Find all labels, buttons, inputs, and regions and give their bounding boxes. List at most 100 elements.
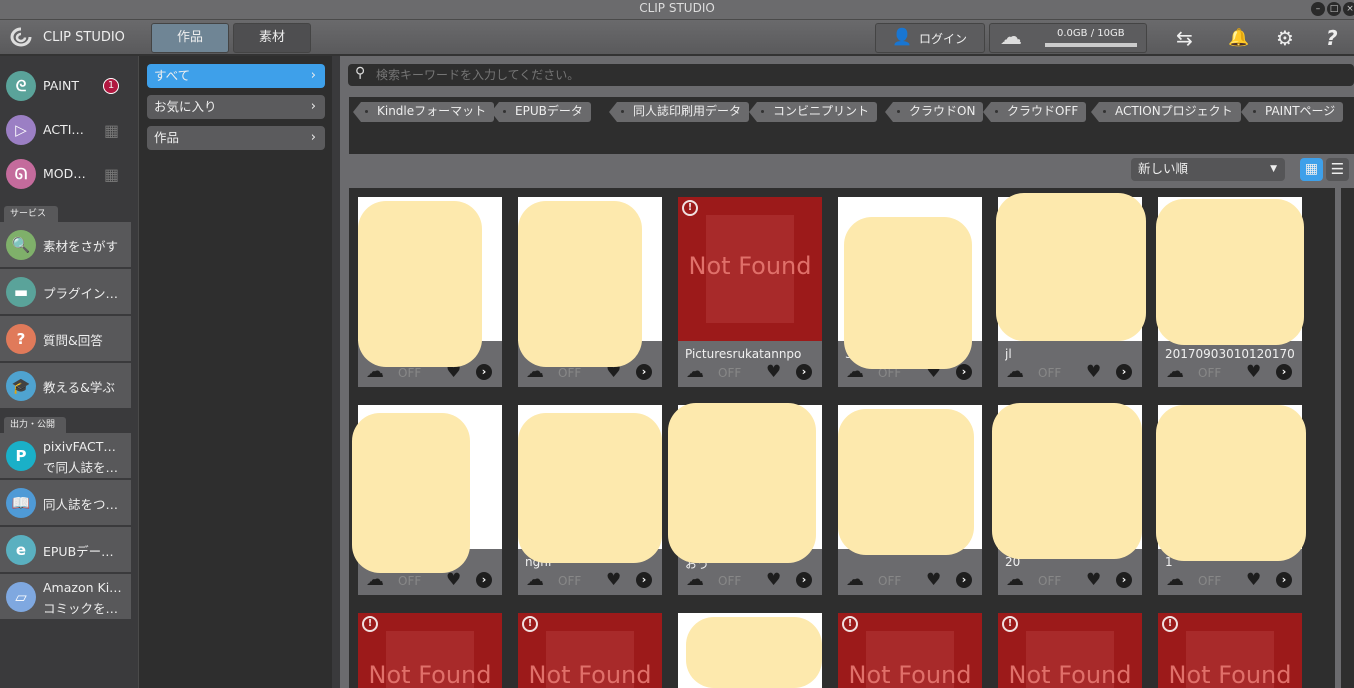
cloud-icon[interactable]: ☁: [526, 571, 544, 589]
category-all[interactable]: すべて ›: [147, 64, 325, 88]
search-bar[interactable]: ⚲: [348, 64, 1354, 86]
output-pixiv-factory[interactable]: PpixivFACT… で同人誌を…: [0, 433, 131, 479]
bell-icon[interactable]: 🔔: [1228, 28, 1249, 48]
output-doujinshi[interactable]: 📖 同人誌をつ…: [0, 480, 131, 526]
tag-chip[interactable]: ACTIONプロジェクト: [1091, 102, 1241, 122]
work-card[interactable]: Not Found!: [1158, 613, 1302, 688]
cloud-icon[interactable]: ☁: [686, 363, 704, 381]
heart-icon[interactable]: ♥: [1246, 362, 1261, 382]
output-amazon-kindle[interactable]: ▱ Amazon Ki… コミックを…: [0, 574, 131, 620]
close-button[interactable]: ×: [1343, 2, 1354, 16]
cloud-icon[interactable]: ☁: [1166, 363, 1184, 381]
chevron-right-icon[interactable]: ›: [796, 572, 812, 588]
heart-icon[interactable]: ♥: [766, 362, 781, 382]
category-favorites[interactable]: お気に入り ›: [147, 95, 325, 119]
cloud-icon[interactable]: ☁: [846, 571, 864, 589]
sync-icon[interactable]: ⇆: [1176, 26, 1193, 50]
app-modeler[interactable]: ᘏ MOD… ▦: [0, 152, 133, 196]
work-thumbnail[interactable]: Not Found!: [1158, 613, 1302, 688]
question-icon: ?: [6, 324, 36, 354]
list-view-button[interactable]: ☰: [1326, 158, 1349, 181]
tag-chip[interactable]: クラウドON: [884, 102, 984, 122]
cloud-icon[interactable]: ☁: [686, 571, 704, 589]
tag-chip[interactable]: PAINTページ: [1240, 102, 1344, 122]
heart-icon[interactable]: ♥: [1086, 570, 1101, 590]
not-found-label: Not Found: [848, 661, 972, 688]
heart-icon[interactable]: ♥: [766, 570, 781, 590]
work-card[interactable]: ☁ OFF ♥ ›: [518, 197, 662, 387]
work-card[interactable]: ☁ OFF ♥ ›: [838, 405, 982, 595]
chevron-right-icon[interactable]: ›: [636, 572, 652, 588]
work-thumbnail[interactable]: Not Found!: [358, 613, 502, 688]
grid-view-button[interactable]: ▦: [1300, 158, 1323, 181]
service-plugins[interactable]: ▬ プラグイン…: [0, 269, 131, 315]
chevron-right-icon[interactable]: ›: [1116, 364, 1132, 380]
action-icon: ▷: [6, 115, 36, 145]
app-action[interactable]: ▷ ACTI… ▦: [0, 108, 133, 152]
chevron-right-icon[interactable]: ›: [1276, 572, 1292, 588]
tag-chip[interactable]: Kindleフォーマット: [352, 102, 495, 122]
work-card[interactable]: Not Found!: [998, 613, 1142, 688]
service-label: プラグイン…: [43, 286, 119, 301]
search-input[interactable]: [376, 66, 1276, 84]
minimize-button[interactable]: –: [1311, 2, 1325, 16]
gear-icon[interactable]: ⚙: [1276, 26, 1294, 50]
work-card[interactable]: ngnf☁OFF♥›: [518, 405, 662, 595]
heart-icon[interactable]: ♥: [926, 570, 941, 590]
cloud-storage-button[interactable]: ☁ 0.0GB / 10GB: [989, 23, 1147, 53]
cloud-icon[interactable]: ☁: [1166, 571, 1184, 589]
tab-materials[interactable]: 素材: [233, 23, 311, 53]
sort-dropdown[interactable]: 新しい順 ▼: [1131, 158, 1285, 181]
work-card[interactable]: jl ☁ OFF ♥ ›: [996, 193, 1146, 387]
cloud-icon[interactable]: ☁: [366, 571, 384, 589]
work-thumbnail[interactable]: Not Found!: [678, 197, 822, 341]
heart-icon[interactable]: ♥: [446, 570, 461, 590]
cloud-icon[interactable]: ☁: [1006, 571, 1024, 589]
output-epub[interactable]: e EPUBデー…: [0, 527, 131, 573]
category-works[interactable]: 作品 ›: [147, 126, 325, 150]
chevron-right-icon[interactable]: ›: [1116, 572, 1132, 588]
tag-chip[interactable]: EPUBデータ: [491, 102, 591, 122]
work-thumbnail[interactable]: Not Found!: [518, 613, 662, 688]
category-label: お気に入り: [154, 99, 217, 114]
app-paint[interactable]: ᘓ PAINT 1: [0, 64, 133, 108]
work-thumbnail[interactable]: Not Found!: [838, 613, 982, 688]
chevron-right-icon[interactable]: ›: [956, 572, 972, 588]
scrollbar[interactable]: [1338, 188, 1354, 688]
cloud-status: OFF: [718, 366, 742, 380]
work-card[interactable]: Not Found!: [358, 613, 502, 688]
cloud-icon[interactable]: ☁: [1006, 363, 1024, 381]
heart-icon[interactable]: ♥: [1246, 570, 1261, 590]
work-card[interactable]: Not Found!: [518, 613, 662, 688]
login-button[interactable]: 👤 ログイン: [875, 23, 985, 53]
heart-icon[interactable]: ♥: [606, 570, 621, 590]
chevron-right-icon[interactable]: ›: [1276, 364, 1292, 380]
chevron-right-icon[interactable]: ›: [476, 572, 492, 588]
app-label: ACTI…: [43, 122, 84, 137]
work-card[interactable]: Not Found!: [838, 613, 982, 688]
heart-icon[interactable]: ♥: [1086, 362, 1101, 382]
work-card[interactable]: 2017090301012017090301 ☁ OFF ♥ ›: [1156, 197, 1304, 387]
work-thumbnail[interactable]: Not Found!: [998, 613, 1142, 688]
tag-chip[interactable]: クラウドOFF: [982, 102, 1087, 122]
maximize-button[interactable]: □: [1327, 2, 1341, 16]
help-icon[interactable]: ?: [1326, 26, 1338, 50]
chevron-right-icon[interactable]: ›: [636, 364, 652, 380]
work-card[interactable]: ☁ OFF ♥ ›: [352, 405, 502, 595]
service-learn[interactable]: 🎓 教える&学ぶ: [0, 363, 131, 409]
tag-chip[interactable]: 同人誌印刷用データ: [608, 102, 750, 122]
work-card[interactable]: 1 ☁ OFF ♥ ›: [1156, 405, 1306, 595]
service-find-materials[interactable]: 🔍 素材をさがす: [0, 222, 131, 268]
work-card[interactable]: ☁ OFF ♥ ›: [358, 197, 502, 387]
tag-chip[interactable]: コンビニプリント: [748, 102, 878, 122]
chevron-right-icon[interactable]: ›: [796, 364, 812, 380]
work-card[interactable]: Not Found! Picturesrukatannpo ☁ OFF ♥ ›: [678, 197, 822, 387]
service-qa[interactable]: ? 質問&回答: [0, 316, 131, 362]
work-card[interactable]: [678, 613, 822, 688]
tab-works[interactable]: 作品: [151, 23, 229, 53]
work-card[interactable]: 20 ☁ OFF ♥ ›: [992, 403, 1142, 595]
chevron-right-icon[interactable]: ›: [476, 364, 492, 380]
work-card[interactable]: おう ☁ OFF ♥ ›: [668, 403, 822, 595]
work-card[interactable]: 3grgn☁OFF♥›: [838, 197, 982, 387]
chevron-right-icon[interactable]: ›: [956, 364, 972, 380]
